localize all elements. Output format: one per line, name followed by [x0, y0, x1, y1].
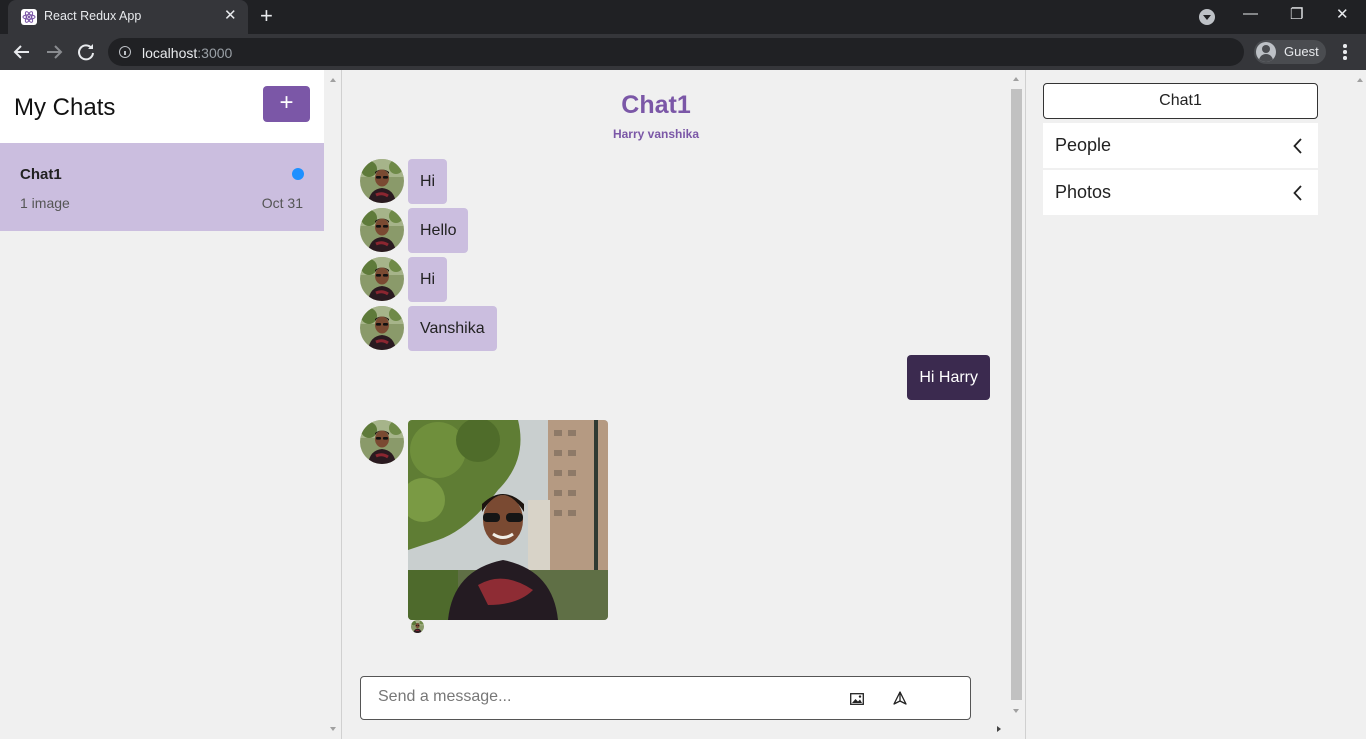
chat-card-preview: 1 image: [20, 195, 70, 211]
photos-section[interactable]: Photos: [1043, 170, 1318, 215]
address-bar[interactable]: localhost:3000: [108, 38, 1244, 66]
image-upload-icon[interactable]: [850, 692, 864, 710]
sender-avatar: [360, 159, 404, 203]
message-bubble: Hi: [408, 159, 448, 204]
read-receipt-avatar: [411, 620, 424, 633]
message-input[interactable]: [378, 688, 828, 706]
section-label: Photos: [1055, 182, 1112, 202]
tab-search-icon[interactable]: [1199, 9, 1215, 25]
chat-card[interactable]: Chat1 1 image Oct 31: [0, 143, 324, 231]
chat-members: Harry vanshika: [612, 127, 700, 141]
tab-title: React Redux App: [44, 9, 142, 23]
scrollbar-thumb[interactable]: [1011, 89, 1022, 700]
chat-feed: Chat1 Harry vanshika Hi Hello Hi Vanshik…: [342, 70, 1025, 739]
back-icon[interactable]: [10, 40, 34, 64]
message-bubble: Hi: [408, 257, 448, 302]
section-label: People: [1055, 135, 1112, 155]
chevron-left-icon: [1293, 138, 1303, 159]
browser-tab[interactable]: React Redux App ✕: [8, 0, 248, 34]
sender-avatar: [360, 306, 404, 350]
message-bubble: Vanshika: [408, 306, 497, 351]
scroll-right-icon[interactable]: [997, 726, 1001, 732]
window-close-icon[interactable]: ✕: [1336, 5, 1349, 23]
sender-avatar: [360, 257, 404, 301]
minimize-icon[interactable]: —: [1243, 5, 1258, 22]
scroll-down-icon[interactable]: [330, 727, 336, 731]
sender-avatar: [360, 420, 404, 464]
browser-menu-icon[interactable]: [1339, 44, 1351, 62]
chat-app: My Chats + Chat1 1 image Oct 31 Chat1 Ha…: [0, 70, 1366, 739]
scroll-down-icon[interactable]: [1013, 709, 1019, 713]
profile-button[interactable]: Guest: [1254, 40, 1326, 64]
message-bubble: Hello: [408, 208, 469, 253]
url-text: localhost:3000: [142, 45, 233, 61]
chat-card-date: Oct 31: [261, 195, 303, 211]
chat-list-header: My Chats +: [0, 70, 324, 143]
chat-list-scrollbar[interactable]: [326, 70, 340, 739]
scroll-up-icon[interactable]: [1013, 77, 1019, 81]
profile-avatar-icon: [1256, 42, 1276, 62]
scroll-up-icon[interactable]: [330, 78, 336, 82]
new-chat-button[interactable]: +: [263, 86, 310, 122]
forward-icon[interactable]: [42, 40, 66, 64]
chat-title: Chat1: [621, 91, 691, 119]
sender-avatar: [360, 208, 404, 252]
restore-icon[interactable]: ❐: [1290, 5, 1303, 23]
new-tab-icon[interactable]: +: [260, 5, 273, 27]
send-icon[interactable]: [893, 691, 907, 710]
chat-title-input[interactable]: Chat1: [1043, 83, 1318, 119]
unread-dot: [292, 168, 304, 180]
page-title: My Chats: [14, 94, 116, 121]
my-message-bubble: Hi Harry: [907, 355, 990, 400]
chat-card-title: Chat1: [20, 166, 62, 183]
reload-icon[interactable]: [74, 40, 98, 64]
chevron-left-icon: [1293, 185, 1303, 206]
browser-tabstrip: React Redux App ✕ + — ❐ ✕: [0, 0, 1366, 34]
message-image[interactable]: [408, 420, 608, 620]
settings-scrollbar[interactable]: [1353, 70, 1366, 739]
profile-name: Guest: [1284, 44, 1319, 59]
chat-settings-panel: Chat1 People Photos: [1025, 70, 1366, 739]
browser-toolbar: localhost:3000 Guest: [0, 34, 1366, 70]
people-section[interactable]: People: [1043, 123, 1318, 168]
scroll-up-icon[interactable]: [1357, 78, 1363, 82]
chat-list-panel: My Chats + Chat1 1 image Oct 31: [0, 70, 342, 739]
react-logo-icon: [21, 9, 37, 25]
close-tab-icon[interactable]: ✕: [224, 8, 237, 24]
site-info-icon[interactable]: [119, 46, 131, 58]
chat-feed-scrollbar[interactable]: [1008, 70, 1025, 739]
message-composer: [360, 676, 971, 720]
